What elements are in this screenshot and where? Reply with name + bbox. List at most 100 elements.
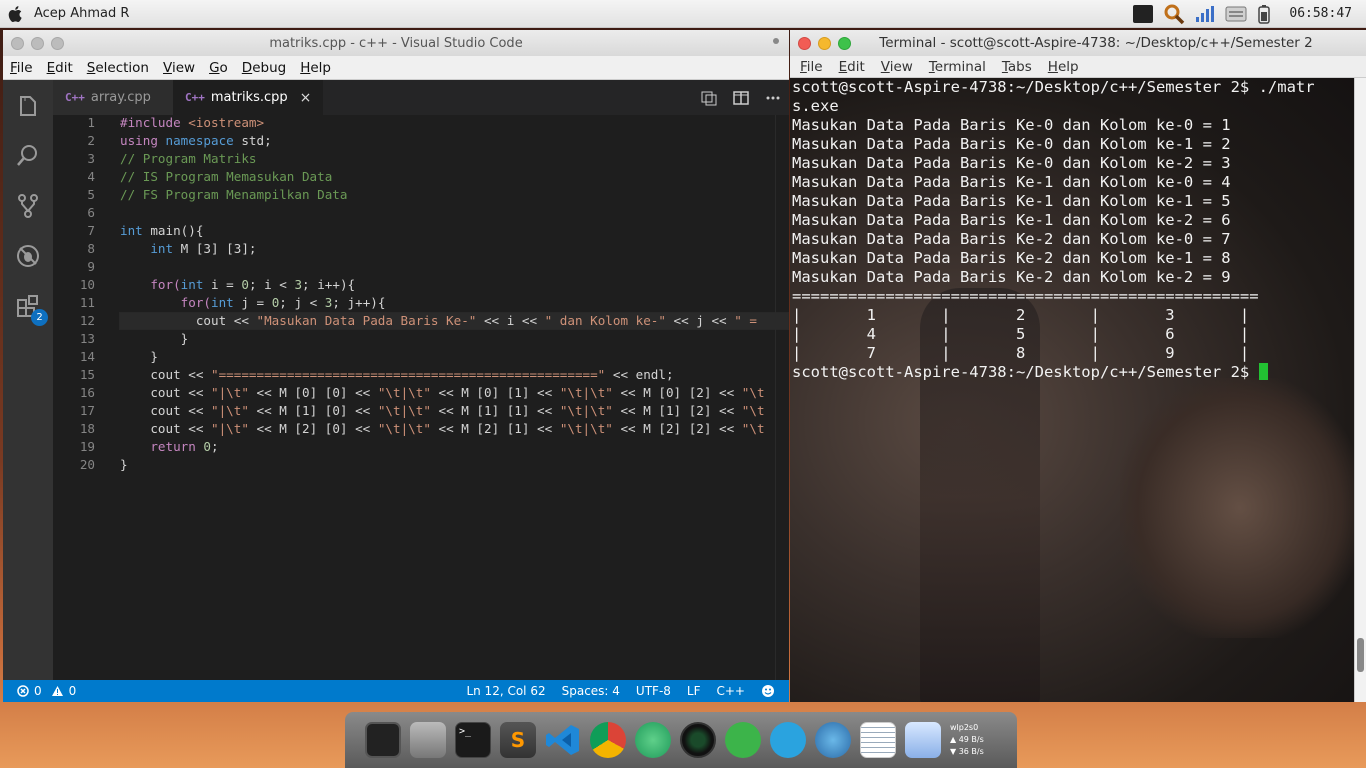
terminal-line: Masukan Data Pada Baris Ke-1 dan Kolom k…	[792, 192, 1231, 210]
line-number: 12	[79, 313, 95, 328]
vscode-menubar: File Edit Selection View Go Debug Help	[3, 56, 789, 80]
menu-edit[interactable]: Edit	[47, 60, 73, 76]
terminal-line: | 1 | 2 | 3 |	[792, 306, 1250, 324]
line-number: 1	[87, 115, 95, 130]
cursor-position[interactable]: Ln 12, Col 62	[466, 684, 545, 698]
vscode-icon[interactable]	[545, 722, 581, 758]
end-of-line[interactable]: LF	[687, 684, 701, 698]
terminal-line: | 7 | 8 | 9 |	[792, 344, 1250, 362]
download-speed: ▼ 36 B/s	[950, 747, 984, 756]
line-number: 20	[79, 457, 95, 472]
text-editor-icon[interactable]	[860, 722, 896, 758]
indentation[interactable]: Spaces: 4	[562, 684, 620, 698]
terminal-output[interactable]: scott@scott-Aspire-4738:~/Desktop/c++/Se…	[790, 78, 1354, 702]
tab-matriks-cpp[interactable]: C++ matriks.cpp ×	[173, 80, 324, 115]
line-number: 17	[79, 403, 95, 418]
feedback-smiley-icon[interactable]	[761, 684, 775, 698]
file-encoding[interactable]: UTF-8	[636, 684, 671, 698]
unsaved-dot-icon	[773, 38, 779, 44]
problems-indicator[interactable]: 0 0	[3, 684, 76, 698]
menu-debug[interactable]: Debug	[242, 60, 286, 76]
code-line: // Program Matriks	[120, 151, 257, 166]
line-number: 7	[87, 223, 95, 238]
warning-icon	[51, 686, 63, 696]
terminal-window-title: Terminal - scott@scott-Aspire-4738: ~/De…	[879, 35, 1313, 51]
clock[interactable]: 06:58:47	[1289, 6, 1352, 21]
terminal-icon[interactable]: >_	[455, 722, 491, 758]
code-line: for(int j = 0; j < 3; j++){	[120, 295, 386, 310]
search-icon[interactable]	[1163, 3, 1185, 25]
terminal-scrollbar[interactable]	[1354, 78, 1366, 702]
messaging-icon[interactable]	[725, 722, 761, 758]
menu-file[interactable]: File	[800, 59, 823, 75]
menu-help[interactable]: Help	[1048, 59, 1079, 75]
terminal-line: ========================================…	[792, 287, 1259, 305]
editor-scrollbar[interactable]	[775, 115, 789, 680]
terminal-cursor	[1258, 363, 1268, 380]
user-name[interactable]: Acep Ahmad R	[34, 6, 129, 21]
editor-actions	[701, 80, 781, 115]
terminal-line: Masukan Data Pada Baris Ke-0 dan Kolom k…	[792, 135, 1231, 153]
line-number: 8	[87, 241, 95, 256]
status-bar-right: Ln 12, Col 62 Spaces: 4 UTF-8 LF C++	[466, 684, 789, 698]
terminal-titlebar[interactable]: Terminal - scott@scott-Aspire-4738: ~/De…	[790, 30, 1366, 56]
terminal-line: Masukan Data Pada Baris Ke-2 dan Kolom k…	[792, 249, 1231, 267]
line-number: 4	[87, 169, 95, 184]
line-number: 6	[87, 205, 95, 220]
scrollbar-thumb[interactable]	[1357, 638, 1364, 672]
vscode-body: 2 C++ array.cpp C++ matriks.cpp × 1 2 3 …	[3, 80, 789, 680]
explorer-icon[interactable]	[14, 92, 42, 120]
menu-edit[interactable]: Edit	[839, 59, 865, 75]
workspace-switcher-icon[interactable]	[365, 722, 401, 758]
network-speed-widget[interactable]: wlp2s0 ▲ 49 B/s ▼ 36 B/s	[950, 722, 984, 758]
sublime-text-icon[interactable]: S	[500, 722, 536, 758]
code-line: }	[120, 457, 128, 472]
tab-label: array.cpp	[90, 90, 151, 105]
network-monitor-icon[interactable]	[1195, 5, 1215, 23]
terminal-prompt-line: scott@scott-Aspire-4738:~/Desktop/c++/Se…	[792, 363, 1315, 382]
more-actions-icon[interactable]	[765, 90, 781, 106]
camera-icon[interactable]	[680, 722, 716, 758]
vscode-window: matriks.cpp - c++ - Visual Studio Code F…	[3, 30, 789, 702]
source-control-icon[interactable]	[14, 192, 42, 220]
files-icon[interactable]	[410, 722, 446, 758]
code-line: cout << "|\t" << M [0] [0] << "\t|\t" <<…	[120, 385, 765, 400]
search-icon[interactable]	[14, 142, 42, 170]
menu-view[interactable]: View	[881, 59, 913, 75]
tab-array-cpp[interactable]: C++ array.cpp	[53, 80, 173, 115]
upload-speed: ▲ 49 B/s	[950, 735, 984, 744]
open-changes-icon[interactable]	[701, 90, 717, 106]
battery-icon[interactable]	[1257, 4, 1271, 24]
safari-icon[interactable]	[905, 722, 941, 758]
system-tray: 06:58:47	[1133, 3, 1366, 25]
code-editor[interactable]: 1 2 3 4 5 6 7 8 9 10 11 12 13 14 15 16 1…	[53, 115, 789, 680]
apple-logo-icon[interactable]	[6, 4, 26, 24]
split-editor-icon[interactable]	[733, 90, 749, 106]
terminal-line: Masukan Data Pada Baris Ke-2 dan Kolom k…	[792, 230, 1231, 248]
telegram-icon[interactable]	[770, 722, 806, 758]
line-number: 2	[87, 133, 95, 148]
cpp-file-icon: C++	[185, 91, 205, 104]
menu-help[interactable]: Help	[300, 60, 331, 76]
menu-tabs[interactable]: Tabs	[1002, 59, 1032, 75]
extensions-icon[interactable]: 2	[14, 292, 48, 326]
menu-go[interactable]: Go	[209, 60, 228, 76]
terminal-line: Masukan Data Pada Baris Ke-1 dan Kolom k…	[792, 211, 1231, 229]
keyboard-icon[interactable]	[1225, 6, 1247, 22]
menu-selection[interactable]: Selection	[87, 60, 149, 76]
line-number: 18	[79, 421, 95, 436]
atom-icon[interactable]	[635, 722, 671, 758]
language-mode[interactable]: C++	[717, 684, 746, 698]
browser-icon[interactable]	[815, 722, 851, 758]
line-number: 10	[79, 277, 95, 292]
debug-icon[interactable]	[14, 242, 42, 270]
menu-view[interactable]: View	[163, 60, 195, 76]
line-number: 5	[87, 187, 95, 202]
chrome-icon[interactable]	[590, 722, 626, 758]
tab-close-icon[interactable]: ×	[300, 90, 312, 106]
vscode-titlebar[interactable]: matriks.cpp - c++ - Visual Studio Code	[3, 30, 789, 56]
menu-file[interactable]: File	[10, 60, 33, 76]
terminal-menubar: File Edit View Terminal Tabs Help	[790, 56, 1366, 78]
menu-terminal[interactable]: Terminal	[929, 59, 986, 75]
terminal-icon[interactable]	[1133, 4, 1154, 23]
